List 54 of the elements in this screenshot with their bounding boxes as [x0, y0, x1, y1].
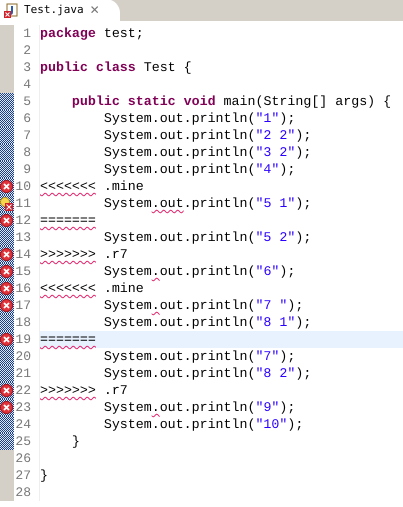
line-number: 17 — [14, 296, 31, 315]
line-number: 10 — [14, 178, 31, 196]
line-number: 22 — [14, 382, 31, 400]
code-line: System.out.println("8 2"); — [102, 365, 312, 382]
line-number: 25 — [14, 432, 31, 451]
line-number: 20 — [14, 348, 31, 366]
code-line: System.out.println("1"); — [102, 110, 296, 127]
code-line: >>>>>>> .r7 — [40, 382, 128, 399]
line-number: 18 — [14, 314, 31, 332]
code-line: } — [40, 467, 48, 484]
line-number: 16 — [14, 280, 31, 298]
editor-tab[interactable]: Test.java ✕ — [0, 0, 120, 21]
line-number: 1 — [22, 24, 31, 43]
line-number: 4 — [22, 76, 31, 94]
line-number: 3 — [22, 58, 31, 77]
line-number: 27 — [14, 466, 31, 485]
code-line: >>>>>>> .r7 — [40, 246, 128, 263]
code-line: System.out.println("4"); — [102, 161, 296, 178]
line-number: 12 — [14, 212, 31, 230]
line-number: 13 — [14, 228, 31, 247]
line-number: 24 — [14, 416, 31, 434]
code-line: package test; — [40, 25, 144, 42]
code-line: <<<<<<< .mine — [40, 178, 144, 195]
code-line: System.out.println("5 1"); — [102, 195, 312, 212]
line-number: 5 — [22, 92, 31, 111]
line-number: 9 — [22, 160, 31, 179]
code-line: public static void main(String[] args) { — [70, 93, 392, 110]
line-number: 15 — [14, 262, 31, 281]
line-number: 7 — [22, 126, 31, 145]
close-button[interactable]: ✕ — [90, 4, 100, 16]
line-number: 6 — [22, 110, 31, 128]
code-line: System.out.println("10"); — [102, 416, 304, 433]
line-number: 26 — [14, 450, 31, 468]
code-line: System.out.println("2 2"); — [102, 127, 312, 144]
code-line: System.out.println("9"); — [102, 399, 296, 416]
line-number: 2 — [22, 42, 31, 60]
code-line: <<<<<<< .mine — [40, 280, 144, 297]
line-number: 19 — [14, 330, 31, 349]
code-line: public class Test { — [40, 59, 192, 76]
code-line: System.out.println("3 2"); — [102, 144, 312, 161]
code-line: ======= — [40, 331, 96, 348]
code-line: } — [70, 433, 80, 450]
line-number: 8 — [22, 144, 31, 162]
line-number: 21 — [14, 364, 31, 383]
code-line: System.out.println("6"); — [102, 263, 296, 280]
line-number: 23 — [14, 398, 31, 417]
line-number: 28 — [14, 484, 31, 502]
code-line: System.out.println("8 1"); — [102, 314, 312, 331]
code-line: System.out.println("7 "); — [102, 297, 304, 314]
line-number: 11 — [14, 194, 31, 213]
code-line: System.out.println("5 2"); — [102, 229, 312, 246]
code-line: System.out.println("7"); — [102, 348, 296, 365]
code-line: ======= — [40, 212, 96, 229]
line-number: 14 — [14, 246, 31, 264]
